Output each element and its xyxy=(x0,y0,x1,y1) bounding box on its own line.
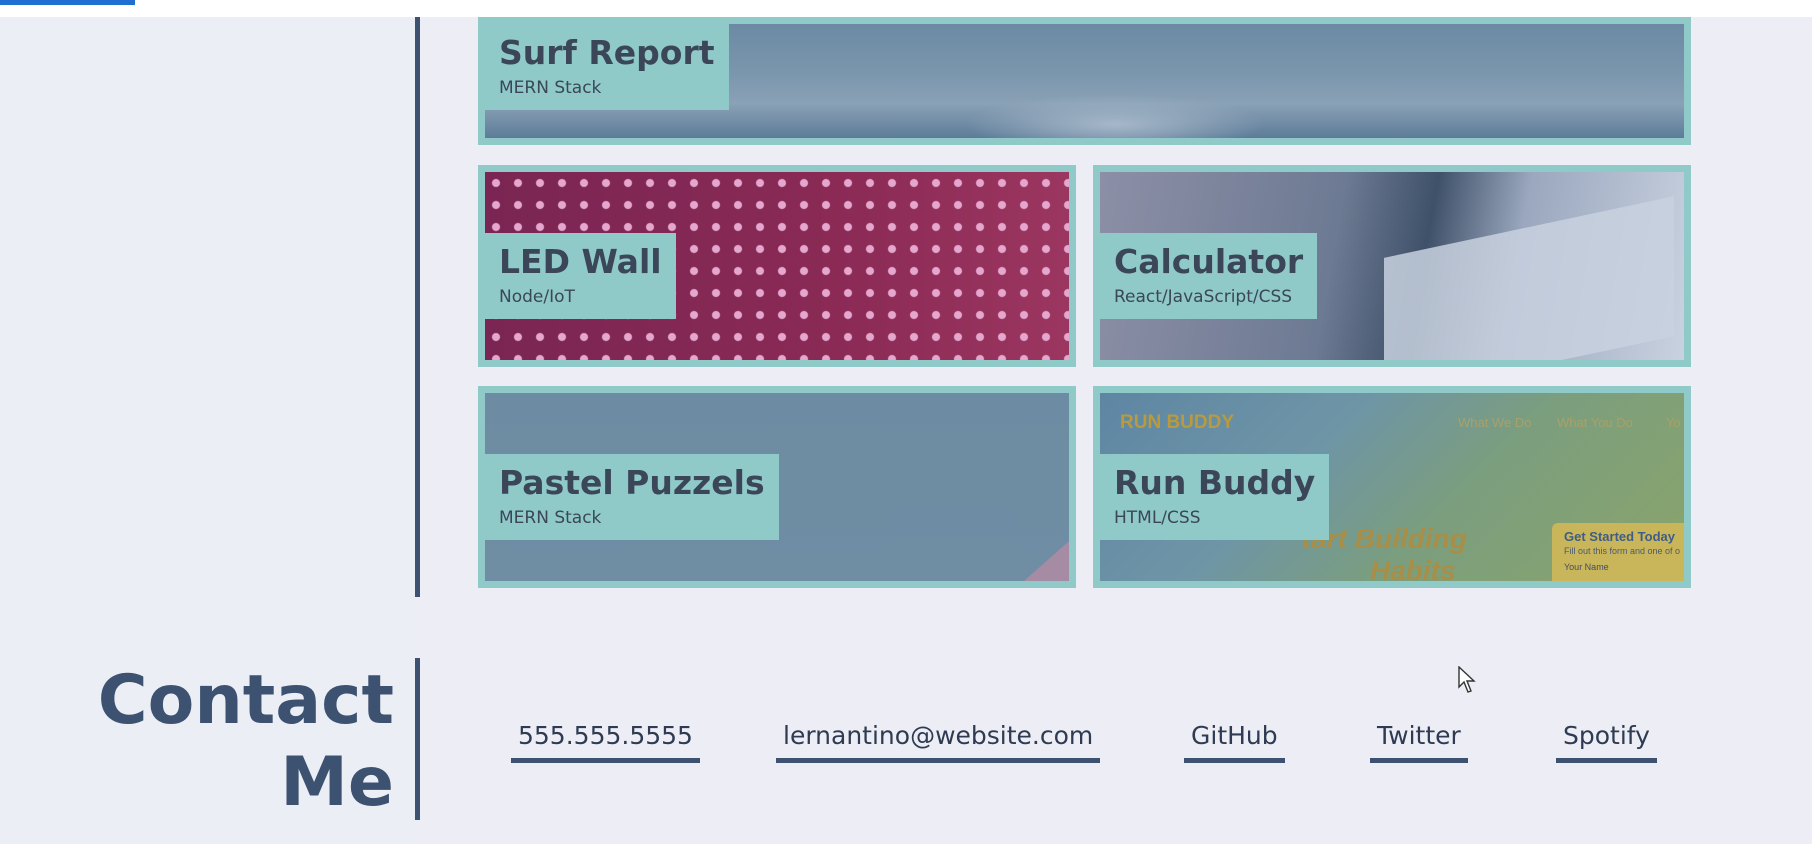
contact-heading-line1: Contact xyxy=(97,661,394,740)
project-label: Calculator React/JavaScript/CSS xyxy=(1100,233,1318,319)
project-card-pastel-puzzels[interactable]: Pastel Puzzels MERN Stack xyxy=(478,386,1076,588)
project-subtitle: Node/IoT xyxy=(499,287,575,307)
contact-twitter-link[interactable]: Twitter xyxy=(1370,720,1468,763)
project-title: Run Buddy xyxy=(1114,463,1316,502)
project-card-led-wall[interactable]: LED Wall Node/IoT xyxy=(478,165,1076,367)
project-subtitle: HTML/CSS xyxy=(1114,508,1201,528)
browser-top-bar xyxy=(0,0,1812,17)
project-label: Surf Report MERN Stack xyxy=(485,24,729,110)
project-title: Surf Report xyxy=(499,33,715,72)
run-buddy-preview-nav-item: What You Do xyxy=(1557,415,1633,430)
work-section-rule xyxy=(415,17,420,597)
contact-section-rule xyxy=(415,658,420,820)
contact-heading-line2: Me xyxy=(280,743,394,822)
project-title: Calculator xyxy=(1114,242,1304,281)
run-buddy-preview-nav-item: Yo xyxy=(1666,415,1681,430)
run-buddy-preview-hero-line2: Habits xyxy=(1370,555,1456,581)
contact-phone-link[interactable]: 555.555.5555 xyxy=(511,720,700,763)
project-card-calculator[interactable]: Calculator React/JavaScript/CSS xyxy=(1093,165,1691,367)
contact-email-link[interactable]: lernantino@website.com xyxy=(776,720,1101,763)
run-buddy-preview-form-title: Get Started Today xyxy=(1564,529,1676,544)
project-label: Pastel Puzzels MERN Stack xyxy=(485,454,779,540)
contact-github-link[interactable]: GitHub xyxy=(1184,720,1285,763)
project-card-run-buddy[interactable]: RUN BUDDY What We Do What You Do Yo tart… xyxy=(1093,386,1691,588)
project-subtitle: React/JavaScript/CSS xyxy=(1114,287,1293,307)
run-buddy-preview-form-field: Your Name xyxy=(1564,562,1609,572)
run-buddy-preview-brand: RUN BUDDY xyxy=(1120,412,1234,433)
project-subtitle: MERN Stack xyxy=(499,78,602,98)
project-label: Run Buddy HTML/CSS xyxy=(1100,454,1330,540)
mouse-cursor-icon xyxy=(1458,666,1476,693)
run-buddy-preview-form: Get Started Today Fill out this form and… xyxy=(1552,523,1684,581)
project-label: LED Wall Node/IoT xyxy=(485,233,676,319)
run-buddy-preview-nav-item: What We Do xyxy=(1458,415,1532,430)
project-title: Pastel Puzzels xyxy=(499,463,765,502)
contact-heading: Contact Me xyxy=(98,660,394,824)
project-subtitle: MERN Stack xyxy=(499,508,602,528)
project-card-surf-report[interactable]: Surf Report MERN Stack xyxy=(478,17,1691,145)
project-title: LED Wall xyxy=(499,242,662,281)
loading-progress-indicator xyxy=(0,0,135,5)
contact-spotify-link[interactable]: Spotify xyxy=(1556,720,1657,763)
run-buddy-preview-form-subtitle: Fill out this form and one of o xyxy=(1564,546,1681,556)
